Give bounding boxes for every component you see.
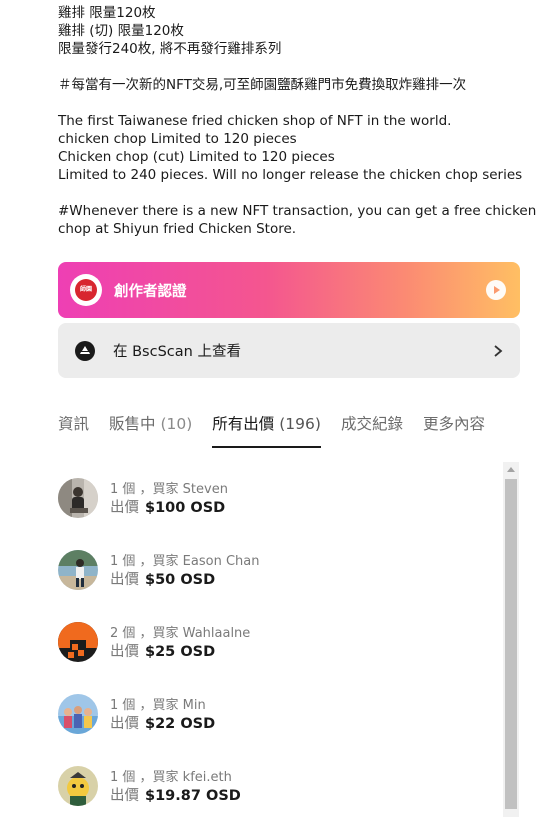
list-item[interactable]: 1 個 ，買家 kfei.eth 出價 $19.87 OSD — [58, 750, 498, 817]
play-icon — [486, 280, 506, 300]
desc-line: The first Taiwanese fried chicken shop o… — [58, 113, 452, 129]
creator-verification-button[interactable]: 師園 創作者認證 — [58, 262, 520, 318]
list-item[interactable]: 1 個 ，買家 Min 出價 $22 OSD — [58, 678, 498, 750]
desc-line: #Whenever there is a new NFT transaction… — [58, 203, 537, 219]
tab-transaction-history[interactable]: 成交紀錄 — [341, 412, 403, 448]
offer-price-label: 出價 — [110, 644, 139, 660]
pixel-art-icon[interactable] — [58, 622, 98, 662]
chevron-right-icon — [494, 344, 503, 357]
offer-buyer: 1 個 ，買家 kfei.eth — [110, 770, 232, 785]
offer-price-label: 出價 — [110, 788, 139, 804]
photo-person-outdoor-icon[interactable] — [58, 550, 98, 590]
desc-line: Limited to 240 pieces. Will no longer re… — [58, 167, 523, 183]
tab-all-offers[interactable]: 所有出價 (196) — [212, 412, 321, 448]
offer-buyer: 2 個 ，買家 Wahlaalne — [110, 626, 251, 641]
offer-price: $25 OSD — [145, 644, 216, 660]
offer-price: $19.87 OSD — [145, 788, 241, 804]
offers-list: 1 個 ，買家 Steven 出價 $100 OSD 1 個 ，買家 Eason … — [58, 462, 498, 817]
list-item[interactable]: 1 個 ，買家 Steven 出價 $100 OSD — [58, 462, 498, 534]
bscscan-label: 在 BscScan 上查看 — [113, 344, 241, 360]
tab-more-content[interactable]: 更多內容 — [423, 412, 485, 448]
tab-bar: 資訊 販售中 (10) 所有出價 (196) 成交紀錄 更多內容 — [58, 412, 505, 448]
nft-description: 雞排 限量120枚 雞排 (切) 限量120枚 限量發行240枚, 將不再發行雞… — [58, 4, 538, 238]
tab-on-sale[interactable]: 販售中 (10) — [109, 412, 192, 448]
offer-price: $22 OSD — [145, 716, 216, 732]
view-on-bscscan-button[interactable]: 在 BscScan 上查看 — [58, 323, 520, 378]
list-item[interactable]: 1 個 ，買家 Eason Chan 出價 $50 OSD — [58, 534, 498, 606]
creator-verification-label: 創作者認證 — [114, 283, 187, 300]
desc-line: ＃每當有一次新的NFT交易,可至師園鹽酥雞門市免費換取炸雞排一次 — [58, 77, 467, 93]
creator-logo-icon: 師園 — [70, 274, 102, 306]
scrollbar-thumb[interactable] — [505, 479, 517, 809]
scroll-up-arrow-icon[interactable] — [507, 467, 515, 472]
offer-buyer: 1 個 ，買家 Min — [110, 698, 206, 713]
photo-person-sitting-icon[interactable] — [58, 478, 98, 518]
desc-line: chicken chop Limited to 120 pieces — [58, 131, 297, 147]
photo-group-icon[interactable] — [58, 694, 98, 734]
offer-price-label: 出價 — [110, 572, 139, 588]
list-item[interactable]: 2 個 ，買家 Wahlaalne 出價 $25 OSD — [58, 606, 498, 678]
offers-scrollbar[interactable] — [503, 462, 519, 817]
cartoon-character-icon[interactable] — [58, 766, 98, 806]
bscscan-icon — [75, 340, 95, 361]
offer-buyer: 1 個 ，買家 Eason Chan — [110, 554, 260, 569]
desc-line: 雞排 (切) 限量120枚 — [58, 23, 184, 39]
offer-price: $100 OSD — [145, 500, 226, 516]
offer-price: $50 OSD — [145, 572, 216, 588]
offer-price-label: 出價 — [110, 500, 139, 516]
offer-price-label: 出價 — [110, 716, 139, 732]
desc-line: 限量發行240枚, 將不再發行雞排系列 — [58, 41, 282, 57]
desc-line: 雞排 限量120枚 — [58, 5, 156, 21]
desc-line: chop at Shiyun fried Chicken Store. — [58, 221, 297, 237]
offer-buyer: 1 個 ，買家 Steven — [110, 482, 228, 497]
desc-line: Chicken chop (cut) Limited to 120 pieces — [58, 149, 335, 165]
tab-info[interactable]: 資訊 — [58, 412, 89, 448]
